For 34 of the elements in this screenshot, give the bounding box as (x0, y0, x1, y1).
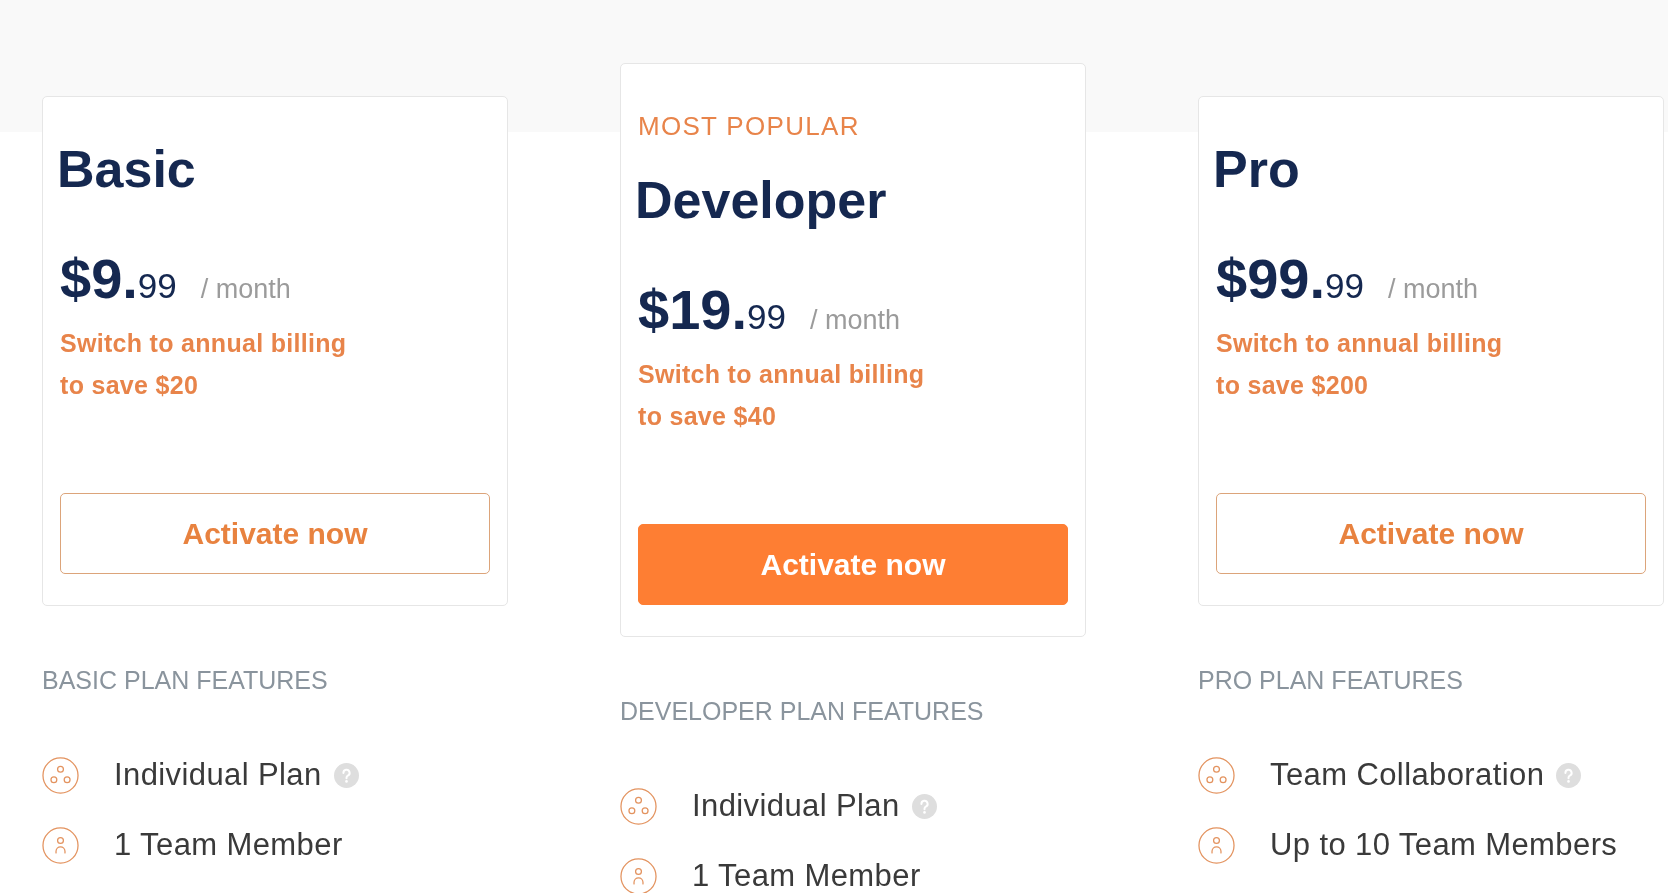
feature-label: Up to 10 Team Members (1270, 829, 1618, 861)
help-icon[interactable] (1556, 762, 1582, 788)
user-icon (42, 826, 79, 864)
savings-note: Switch to annual billing to save $40 (638, 359, 925, 432)
price-text: $99.99 (1216, 246, 1364, 312)
user-icon (1198, 826, 1235, 864)
plan-title: Pro (1213, 139, 1300, 200)
feature-label: Individual Plan (114, 759, 322, 791)
savings-note: Switch to annual billing to save $200 (1216, 328, 1503, 401)
help-icon[interactable] (333, 762, 359, 788)
feature-label: Individual Plan (692, 790, 900, 822)
features-heading: PRO PLAN FEATURES (1198, 665, 1464, 695)
billing-period: / month (1387, 273, 1478, 305)
circles-icon (42, 756, 79, 794)
user-icon (620, 857, 657, 893)
plan-title: Developer (635, 170, 887, 231)
circles-icon (620, 787, 657, 825)
plan-title: Basic (57, 139, 196, 200)
feature-label: 1 Team Member (114, 829, 343, 861)
circles-icon (1198, 756, 1235, 794)
activate-button[interactable]: Activate now (60, 493, 490, 574)
features-heading: DEVELOPER PLAN FEATURES (620, 696, 985, 726)
features-heading: BASIC PLAN FEATURES (42, 665, 329, 695)
activate-button[interactable]: Activate now (1216, 493, 1646, 574)
help-icon[interactable] (911, 793, 937, 819)
price-text: $9.99 (60, 246, 177, 312)
billing-period: / month (200, 273, 291, 305)
savings-note: Switch to annual billing to save $20 (60, 328, 347, 401)
popular-label: MOST POPULAR (638, 111, 860, 141)
activate-button[interactable]: Activate now (638, 524, 1068, 605)
feature-label: 1 Team Member (692, 860, 921, 892)
price-text: $19.99 (638, 277, 786, 343)
feature-label: Team Collaboration (1270, 759, 1545, 791)
billing-period: / month (809, 304, 900, 336)
